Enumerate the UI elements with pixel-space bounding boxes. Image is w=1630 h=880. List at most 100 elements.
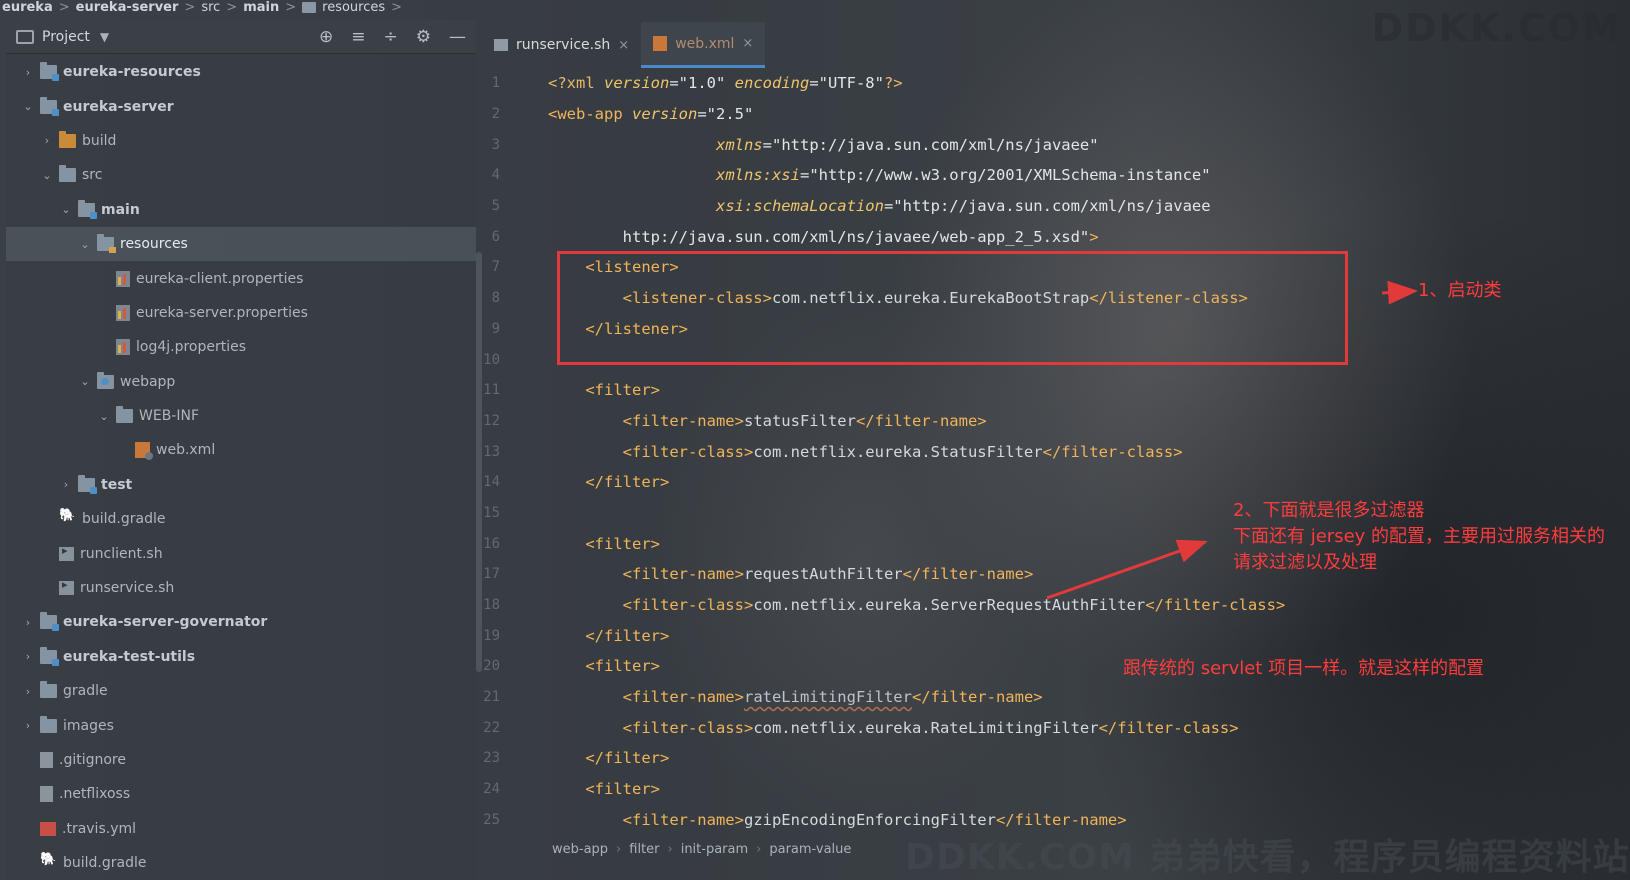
- text-file-icon: [40, 786, 53, 803]
- close-icon[interactable]: ×: [618, 38, 629, 53]
- tree-item[interactable]: eureka-server.properties: [6, 296, 476, 330]
- code-token: version: [632, 105, 698, 124]
- tab-runservice-sh[interactable]: runservice.sh ×: [482, 22, 641, 68]
- project-window-icon: [16, 29, 34, 44]
- tree-item[interactable]: runclient.sh: [6, 536, 476, 570]
- code-line[interactable]: 12 <filter-name> statusFilter </filter-nam…: [476, 406, 1630, 437]
- tree-item[interactable]: ⌄ src: [6, 158, 476, 192]
- expand-all-icon[interactable]: ≡: [351, 27, 365, 47]
- tree-item[interactable]: web.xml: [6, 433, 476, 467]
- code-line[interactable]: 19 </filter>: [476, 620, 1630, 651]
- tree-item[interactable]: ⌄ resources: [6, 226, 476, 262]
- tree-item[interactable]: › images: [6, 708, 476, 742]
- chevron-down-icon[interactable]: ⌄: [77, 238, 93, 251]
- properties-file-icon: [116, 339, 130, 356]
- chevron-down-icon[interactable]: ⌄: [77, 375, 93, 388]
- chevron-down-icon[interactable]: ⌄: [96, 410, 112, 423]
- chevron-right-icon[interactable]: ›: [20, 685, 36, 698]
- chevron-right-icon[interactable]: ›: [20, 650, 36, 663]
- code-line[interactable]: 6 http://java.sun.com/xml/ns/javaee/web-…: [476, 221, 1630, 252]
- tree-item[interactable]: .netflixoss: [6, 777, 476, 811]
- code-line[interactable]: 4 xmlns:xsi ="http://www.w3.org/2001/XMLS…: [476, 160, 1630, 191]
- chevron-down-icon[interactable]: ⌄: [58, 203, 74, 216]
- code-editor[interactable]: 1 <?xml version ="1.0" encoding ="UTF-8" ?> 2…: [476, 68, 1630, 838]
- breadcrumb-param-value[interactable]: param-value: [769, 842, 851, 857]
- collapse-all-icon[interactable]: ÷: [384, 27, 398, 47]
- gear-icon[interactable]: ⚙: [416, 27, 431, 47]
- tree-item-label: .gitignore: [59, 752, 126, 768]
- line-number: 7: [491, 259, 500, 276]
- code-token: requestAuthFilter: [743, 565, 903, 584]
- folder-icon: [59, 165, 76, 183]
- chevron-right-icon[interactable]: ›: [20, 719, 36, 732]
- tree-item[interactable]: › test: [6, 468, 476, 502]
- tree-item[interactable]: build.gradle: [6, 846, 476, 880]
- module-folder-icon: [40, 646, 59, 666]
- breadcrumb-web-app[interactable]: web-app: [552, 842, 608, 857]
- tree-item[interactable]: .travis.yml: [6, 812, 476, 846]
- chevron-right-icon[interactable]: ›: [20, 66, 36, 79]
- chevron-down-icon[interactable]: ▼: [100, 30, 109, 44]
- code-line[interactable]: 23 </filter>: [476, 743, 1630, 774]
- line-number: 14: [483, 474, 500, 491]
- breadcrumb-item[interactable]: resources: [322, 0, 385, 14]
- project-view-selector[interactable]: Project: [42, 29, 90, 45]
- tree-item[interactable]: ⌄ WEB-INF: [6, 399, 476, 433]
- code-token: xsi:schemaLocation: [715, 197, 884, 216]
- breadcrumb-item[interactable]: eureka: [2, 0, 53, 14]
- tree-item[interactable]: build.gradle: [6, 502, 476, 536]
- code-token: ="http://java.sun.com/xml/ns/javaee": [762, 135, 1099, 154]
- web-folder-icon: [97, 371, 114, 389]
- code-line[interactable]: 24 <filter>: [476, 774, 1630, 805]
- tree-item[interactable]: eureka-client.properties: [6, 261, 476, 295]
- tree-item[interactable]: runservice.sh: [6, 571, 476, 605]
- code-token: <filter-class>: [622, 596, 754, 615]
- tree-item-label: src: [82, 167, 103, 184]
- tree-item[interactable]: log4j.properties: [6, 330, 476, 364]
- locate-file-icon[interactable]: ⊕: [319, 27, 333, 47]
- chevron-down-icon[interactable]: ⌄: [20, 100, 36, 113]
- tree-item-label: eureka-resources: [63, 64, 201, 81]
- chevron-right-icon[interactable]: ›: [39, 134, 55, 147]
- chevron-down-icon[interactable]: ⌄: [39, 169, 55, 182]
- project-panel-header: Project ▼ ⊕ ≡ ÷ ⚙ —: [6, 20, 476, 54]
- tree-item[interactable]: › gradle: [6, 674, 476, 708]
- close-icon[interactable]: ×: [742, 36, 753, 51]
- code-line[interactable]: 1 <?xml version ="1.0" encoding ="UTF-8" ?>: [476, 68, 1630, 99]
- code-line[interactable]: 14 </filter>: [476, 467, 1630, 498]
- code-line[interactable]: 3 xmlns ="http://java.sun.com/xml/ns/java…: [476, 129, 1630, 160]
- annotation-filters-3: 请求过滤以及处理: [1233, 552, 1377, 573]
- folder-icon: [302, 1, 317, 13]
- tree-item[interactable]: › eureka-resources: [6, 55, 476, 89]
- code-line[interactable]: 13 <filter-class> com.netflix.eureka.Stat…: [476, 436, 1630, 467]
- breadcrumb-item[interactable]: eureka-server: [76, 0, 179, 14]
- code-token: </filter>: [585, 626, 670, 645]
- code-line[interactable]: 5 xsi:schemaLocation ="http://java.sun.co…: [476, 191, 1630, 222]
- breadcrumb-init-param[interactable]: init-param: [681, 842, 748, 857]
- chevron-right-icon[interactable]: ›: [20, 616, 36, 629]
- tree-item[interactable]: ⌄ main: [6, 193, 476, 227]
- code-line[interactable]: 2 <web-app version ="2.5": [476, 99, 1630, 130]
- tree-item[interactable]: .gitignore: [6, 743, 476, 777]
- chevron-right-icon[interactable]: ›: [58, 478, 74, 491]
- tree-item[interactable]: ⌄ webapp: [6, 365, 476, 399]
- code-line[interactable]: 17 <filter-name> requestAuthFilter </filte…: [476, 559, 1630, 590]
- shell-file-icon: [59, 578, 74, 596]
- breadcrumb-item[interactable]: main: [243, 0, 279, 14]
- code-line[interactable]: 22 <filter-class> com.netflix.eureka.Rate…: [476, 712, 1630, 743]
- breadcrumb-filter[interactable]: filter: [629, 842, 659, 857]
- tree-item-label: main: [101, 201, 140, 218]
- breadcrumb-item[interactable]: src: [201, 0, 220, 14]
- tree-item[interactable]: › eureka-test-utils: [6, 640, 476, 674]
- code-line[interactable]: 11 <filter>: [476, 375, 1630, 406]
- tree-item[interactable]: ⌄ eureka-server: [6, 89, 476, 123]
- code-line[interactable]: 18 <filter-class> com.netflix.eureka.Serv…: [476, 590, 1630, 621]
- hide-panel-icon[interactable]: —: [449, 27, 466, 47]
- code-token: <?xml: [548, 74, 604, 93]
- tree-item[interactable]: › build: [6, 124, 476, 158]
- tree-item[interactable]: › eureka-server-governator: [6, 605, 476, 639]
- properties-file-icon: [116, 304, 130, 321]
- tab-web-xml[interactable]: web.xml ×: [641, 22, 766, 68]
- code-line[interactable]: 21 <filter-name> rateLimitingFilter </filt…: [476, 682, 1630, 713]
